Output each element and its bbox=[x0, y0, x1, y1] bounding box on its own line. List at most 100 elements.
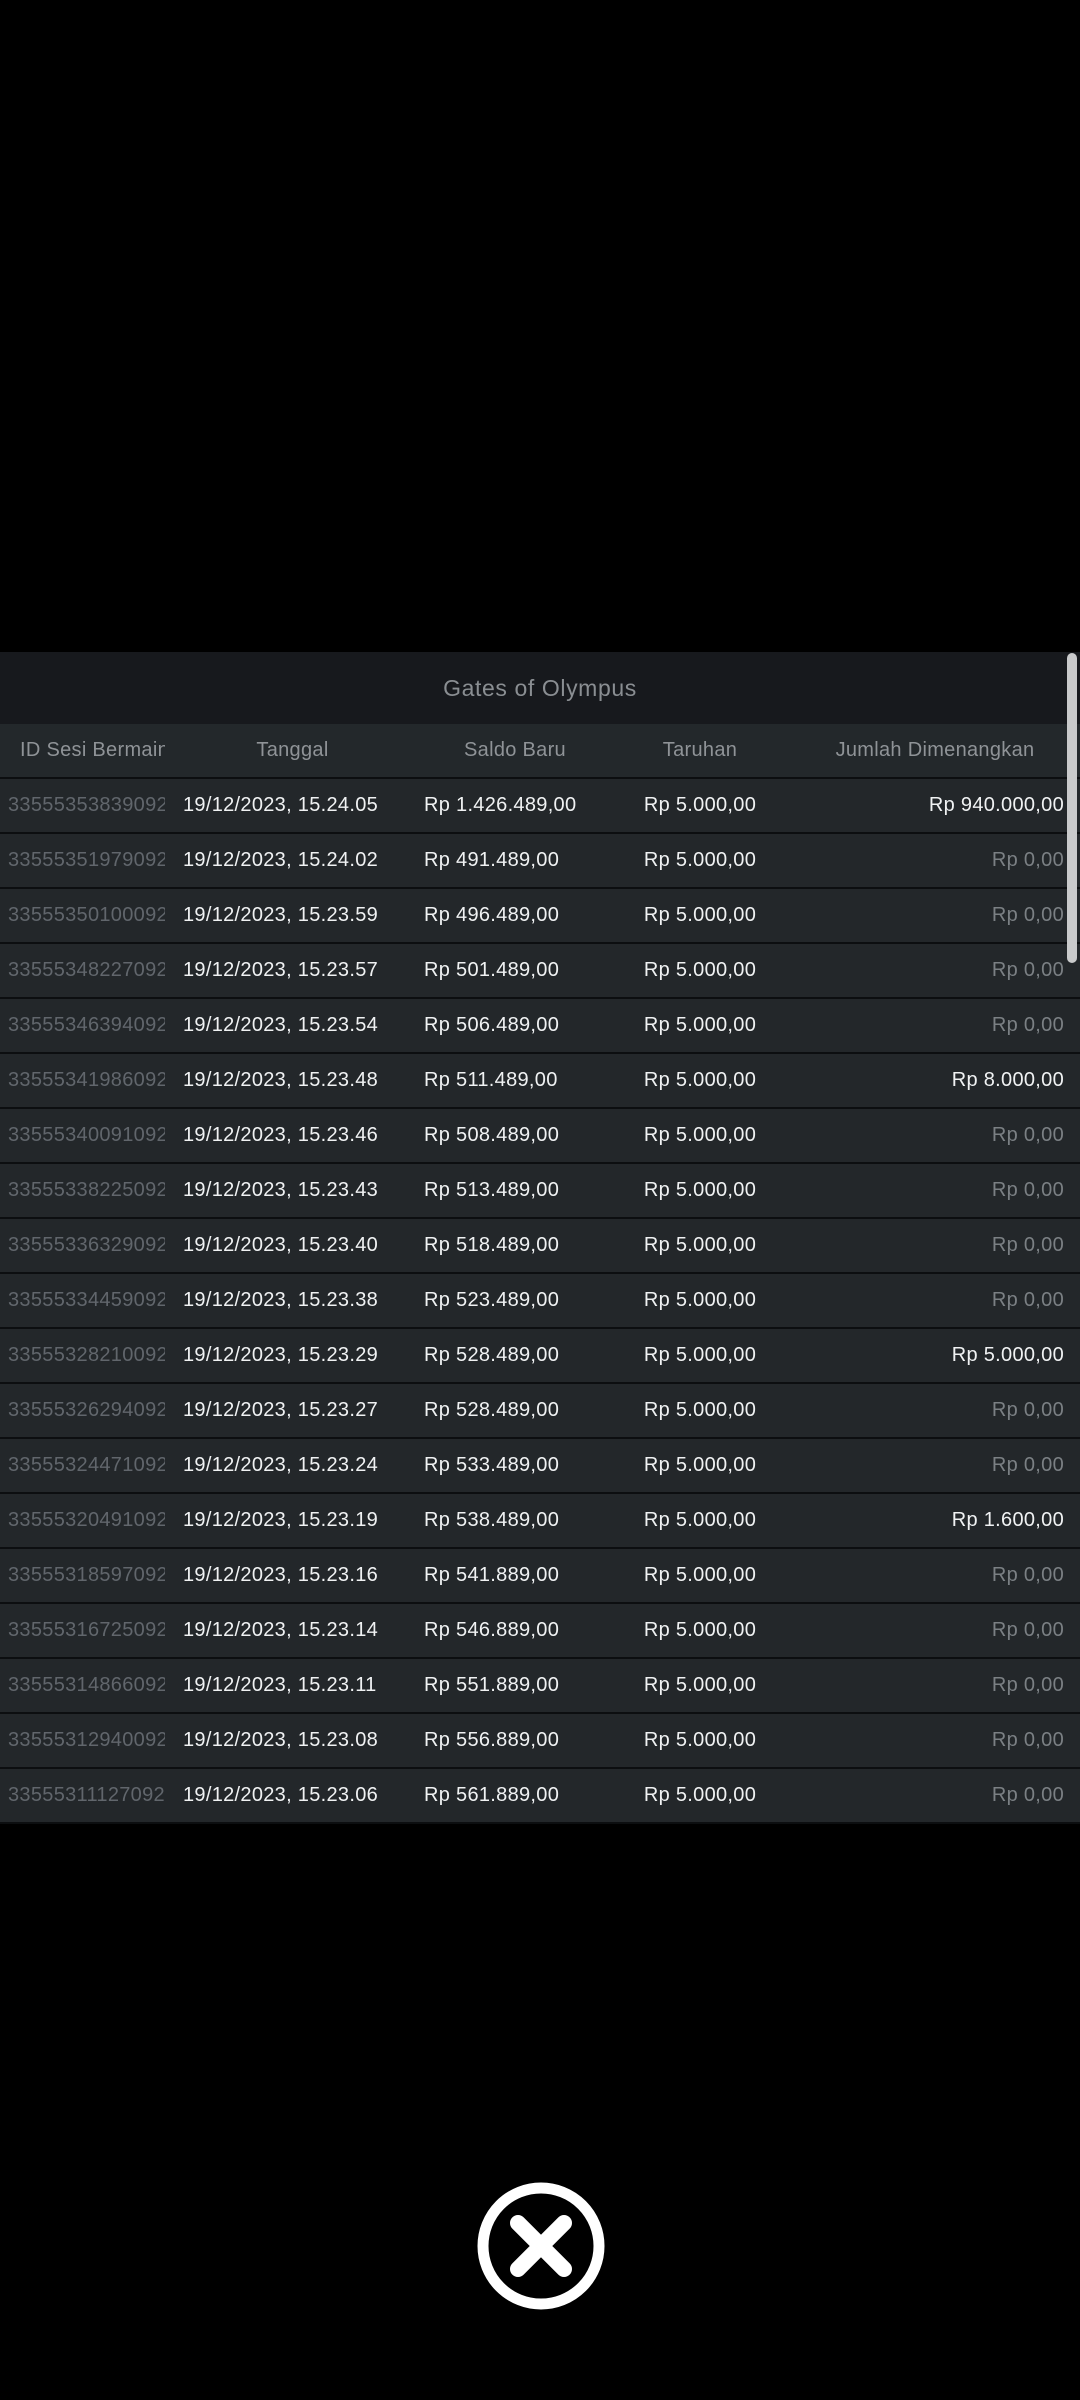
table-body[interactable]: 33555353839092 19/12/2023, 15.24.05 Rp 1.4… bbox=[0, 779, 1080, 1824]
table-row: 33555341986092 19/12/2023, 15.23.48 Rp 511… bbox=[0, 1054, 1080, 1109]
win-cell: Rp 0,00 bbox=[991, 1289, 1064, 1311]
date-cell: 19/12/2023, 15.23.59 bbox=[183, 904, 379, 926]
win-cell: Rp 940.000,00 bbox=[928, 794, 1064, 816]
game-title: Gates of Olympus bbox=[443, 674, 637, 701]
table-row: 33555328210092 19/12/2023, 15.23.29 Rp 528… bbox=[0, 1329, 1080, 1384]
date-cell: 19/12/2023, 15.24.05 bbox=[183, 794, 379, 816]
date-cell: 19/12/2023, 15.23.57 bbox=[183, 959, 379, 981]
bet-cell: Rp 5.000,00 bbox=[643, 1509, 757, 1531]
bet-cell: Rp 5.000,00 bbox=[643, 1014, 757, 1036]
session-id-cell: 33555353839092 bbox=[8, 794, 165, 816]
win-cell: Rp 0,00 bbox=[991, 1674, 1064, 1696]
balance-cell: Rp 551.889,00 bbox=[424, 1674, 560, 1696]
game-history-modal: Gates of Olympus ID Sesi Bermain # Tangg… bbox=[0, 652, 1080, 1824]
date-cell: 19/12/2023, 15.23.24 bbox=[183, 1454, 379, 1476]
bet-cell: Rp 5.000,00 bbox=[643, 1784, 757, 1806]
table-row: 33555311127092 19/12/2023, 15.23.06 Rp 561… bbox=[0, 1769, 1080, 1824]
date-cell: 19/12/2023, 15.23.14 bbox=[183, 1619, 379, 1641]
balance-cell: Rp 561.889,00 bbox=[424, 1784, 560, 1806]
win-cell: Rp 0,00 bbox=[991, 1124, 1064, 1146]
bet-cell: Rp 5.000,00 bbox=[643, 1674, 757, 1696]
table-row: 33555338225092 19/12/2023, 15.23.43 Rp 513… bbox=[0, 1164, 1080, 1219]
date-cell: 19/12/2023, 15.23.27 bbox=[183, 1399, 379, 1421]
win-cell: Rp 5.000,00 bbox=[951, 1344, 1064, 1366]
balance-cell: Rp 556.889,00 bbox=[424, 1729, 560, 1751]
column-header-session-id: ID Sesi Bermain # bbox=[20, 739, 165, 761]
table-row: 33555340091092 19/12/2023, 15.23.46 Rp 508… bbox=[0, 1109, 1080, 1164]
date-cell: 19/12/2023, 15.23.08 bbox=[183, 1729, 379, 1751]
table-row: 33555324471092 19/12/2023, 15.23.24 Rp 533… bbox=[0, 1439, 1080, 1494]
session-id-cell: 33555316725092 bbox=[8, 1619, 165, 1641]
bet-cell: Rp 5.000,00 bbox=[643, 904, 757, 926]
table-row: 33555334459092 19/12/2023, 15.23.38 Rp 523… bbox=[0, 1274, 1080, 1329]
win-cell: Rp 8.000,00 bbox=[951, 1069, 1064, 1091]
table-row: 33555318597092 19/12/2023, 15.23.16 Rp 541… bbox=[0, 1549, 1080, 1604]
table-row: 33555336329092 19/12/2023, 15.23.40 Rp 518… bbox=[0, 1219, 1080, 1274]
win-cell: Rp 0,00 bbox=[991, 1784, 1064, 1806]
close-button[interactable] bbox=[476, 2181, 606, 2311]
date-cell: 19/12/2023, 15.23.38 bbox=[183, 1289, 379, 1311]
balance-cell: Rp 546.889,00 bbox=[424, 1619, 560, 1641]
column-header-date: Tanggal bbox=[256, 739, 329, 761]
win-cell: Rp 0,00 bbox=[991, 849, 1064, 871]
balance-cell: Rp 528.489,00 bbox=[424, 1399, 560, 1421]
date-cell: 19/12/2023, 15.23.16 bbox=[183, 1564, 379, 1586]
column-header-balance: Saldo Baru bbox=[464, 739, 566, 761]
balance-cell: Rp 518.489,00 bbox=[424, 1234, 560, 1256]
date-cell: 19/12/2023, 15.23.54 bbox=[183, 1014, 379, 1036]
x-circle-icon bbox=[477, 2182, 605, 2310]
bet-cell: Rp 5.000,00 bbox=[643, 1399, 757, 1421]
session-id-cell: 33555314866092 bbox=[8, 1674, 165, 1696]
win-cell: Rp 0,00 bbox=[991, 904, 1064, 926]
date-cell: 19/12/2023, 15.23.06 bbox=[183, 1784, 379, 1806]
balance-cell: Rp 541.889,00 bbox=[424, 1564, 560, 1586]
balance-cell: Rp 513.489,00 bbox=[424, 1179, 560, 1201]
column-header-win: Jumlah Dimenangkan bbox=[835, 739, 1035, 761]
bet-cell: Rp 5.000,00 bbox=[643, 959, 757, 981]
session-id-cell: 33555341986092 bbox=[8, 1069, 165, 1091]
session-id-cell: 33555326294092 bbox=[8, 1399, 165, 1421]
bet-cell: Rp 5.000,00 bbox=[643, 1069, 757, 1091]
bet-cell: Rp 5.000,00 bbox=[643, 1454, 757, 1476]
win-cell: Rp 0,00 bbox=[991, 1399, 1064, 1421]
date-cell: 19/12/2023, 15.23.46 bbox=[183, 1124, 379, 1146]
balance-cell: Rp 511.489,00 bbox=[424, 1069, 558, 1091]
date-cell: 19/12/2023, 15.23.43 bbox=[183, 1179, 379, 1201]
table-row: 33555326294092 19/12/2023, 15.23.27 Rp 528… bbox=[0, 1384, 1080, 1439]
session-id-cell: 33555311127092 bbox=[8, 1784, 165, 1806]
date-cell: 19/12/2023, 15.24.02 bbox=[183, 849, 379, 871]
modal-title-bar: Gates of Olympus bbox=[0, 652, 1080, 724]
session-id-cell: 33555320491092 bbox=[8, 1509, 165, 1531]
table-header-row: ID Sesi Bermain # Tanggal Saldo Baru Tar… bbox=[0, 724, 1080, 779]
table-row: 33555316725092 19/12/2023, 15.23.14 Rp 546… bbox=[0, 1604, 1080, 1659]
session-id-cell: 33555334459092 bbox=[8, 1289, 165, 1311]
date-cell: 19/12/2023, 15.23.40 bbox=[183, 1234, 379, 1256]
balance-cell: Rp 538.489,00 bbox=[424, 1509, 560, 1531]
bet-cell: Rp 5.000,00 bbox=[643, 849, 757, 871]
session-id-cell: 33555328210092 bbox=[8, 1344, 165, 1366]
table-row: 33555346394092 19/12/2023, 15.23.54 Rp 506… bbox=[0, 999, 1080, 1054]
session-id-cell: 33555351979092 bbox=[8, 849, 165, 871]
table-row: 33555314866092 19/12/2023, 15.23.11 Rp 551… bbox=[0, 1659, 1080, 1714]
win-cell: Rp 0,00 bbox=[991, 1454, 1064, 1476]
balance-cell: Rp 506.489,00 bbox=[424, 1014, 560, 1036]
balance-cell: Rp 523.489,00 bbox=[424, 1289, 560, 1311]
session-id-cell: 33555336329092 bbox=[8, 1234, 165, 1256]
table-row: 33555353839092 19/12/2023, 15.24.05 Rp 1.4… bbox=[0, 779, 1080, 834]
balance-cell: Rp 533.489,00 bbox=[424, 1454, 560, 1476]
column-header-bet: Taruhan bbox=[662, 739, 738, 761]
session-id-cell: 33555338225092 bbox=[8, 1179, 165, 1201]
bet-cell: Rp 5.000,00 bbox=[643, 1179, 757, 1201]
session-id-cell: 33555318597092 bbox=[8, 1564, 165, 1586]
scrollbar-thumb[interactable] bbox=[1067, 653, 1077, 963]
session-id-cell: 33555312940092 bbox=[8, 1729, 165, 1751]
date-cell: 19/12/2023, 15.23.19 bbox=[183, 1509, 379, 1531]
table-row: 33555350100092 19/12/2023, 15.23.59 Rp 496… bbox=[0, 889, 1080, 944]
balance-cell: Rp 1.426.489,00 bbox=[424, 794, 577, 816]
table-row: 33555312940092 19/12/2023, 15.23.08 Rp 556… bbox=[0, 1714, 1080, 1769]
bet-cell: Rp 5.000,00 bbox=[643, 1344, 757, 1366]
bet-cell: Rp 5.000,00 bbox=[643, 1729, 757, 1751]
session-id-cell: 33555348227092 bbox=[8, 959, 165, 981]
balance-cell: Rp 528.489,00 bbox=[424, 1344, 560, 1366]
session-id-cell: 33555346394092 bbox=[8, 1014, 165, 1036]
